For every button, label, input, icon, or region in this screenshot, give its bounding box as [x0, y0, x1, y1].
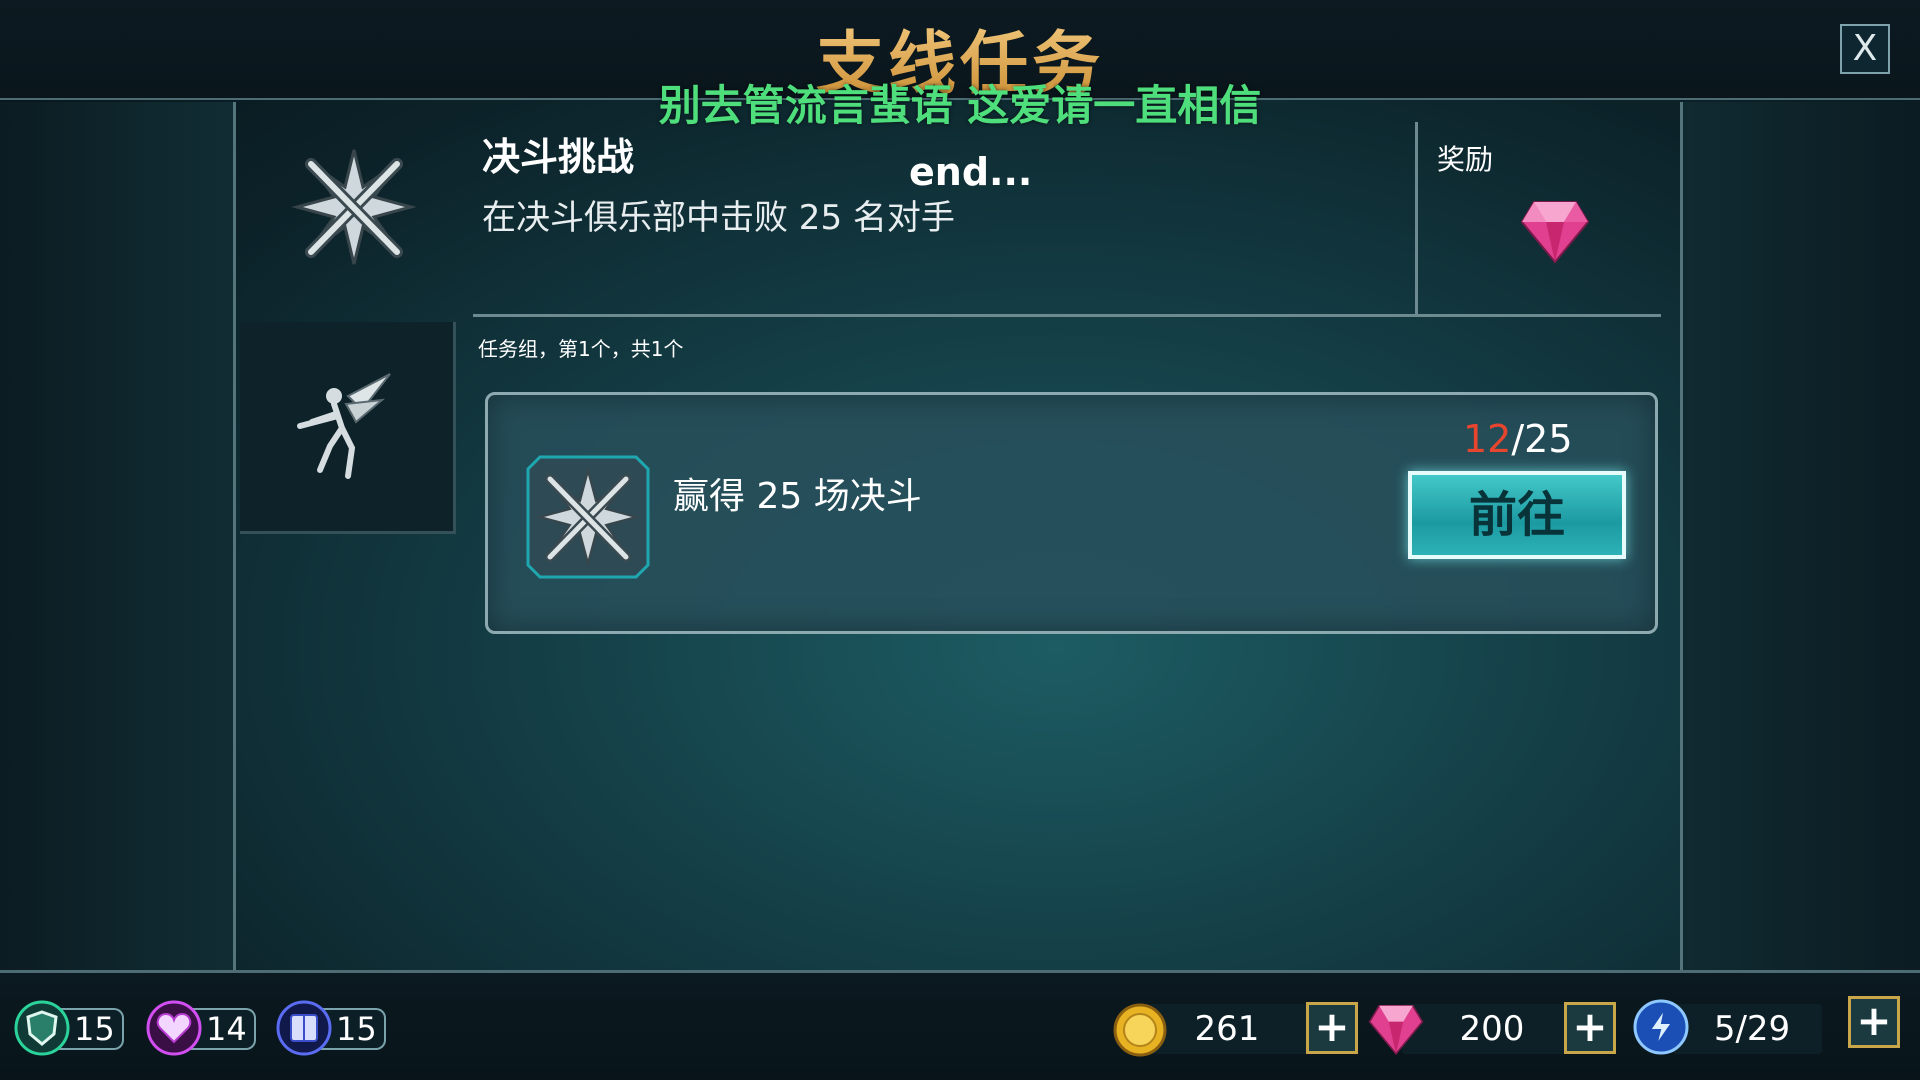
reward-label: 奖励	[1437, 143, 1494, 176]
lightning-icon	[1633, 999, 1689, 1055]
close-button[interactable]: X	[1840, 24, 1890, 74]
stat-shield[interactable]: 15	[14, 1000, 134, 1056]
energy-counter: 5/29	[1632, 998, 1862, 1058]
left-side-panel	[0, 102, 236, 970]
crossed-wands-icon	[526, 455, 650, 579]
book-icon	[276, 1000, 332, 1056]
progress-current: 12	[1463, 417, 1512, 461]
progress-total: /25	[1511, 417, 1573, 461]
subtitle-caption: 别去管流言蜚语 这爱请一直相信	[658, 81, 1262, 130]
stat-value: 15	[336, 1010, 377, 1048]
add-coins-button[interactable]: +	[1306, 1002, 1358, 1054]
quest-header: 决斗挑战 end... 在决斗俱乐部中击败 25 名对手 奖励	[239, 102, 1680, 316]
fairy-icon	[297, 373, 391, 479]
tab-task-group[interactable]	[240, 322, 456, 534]
gem-icon[interactable]	[1520, 198, 1590, 264]
quest-name: 决斗挑战	[482, 135, 635, 179]
reward-divider	[1415, 122, 1418, 316]
gem-value: 200	[1459, 1009, 1525, 1049]
task-description: 赢得 25 场决斗	[673, 476, 922, 517]
add-gems-button[interactable]: +	[1564, 1002, 1616, 1054]
task-card: 赢得 25 场决斗 12/25 前往	[485, 392, 1658, 634]
task-progress: 12/25	[1463, 417, 1663, 461]
heart-icon	[146, 1000, 202, 1056]
shield-icon	[14, 1000, 70, 1056]
energy-value: 5/29	[1713, 1009, 1791, 1049]
task-group-label: 任务组，第1个，共1个	[478, 337, 684, 361]
gem-icon	[1368, 1005, 1424, 1056]
coin-icon	[1113, 1003, 1167, 1057]
header-divider	[473, 314, 1661, 317]
coin-value: 261	[1194, 1009, 1260, 1049]
stat-book[interactable]: 15	[276, 1000, 396, 1056]
stat-heart[interactable]: 14	[146, 1000, 266, 1056]
add-energy-button[interactable]: +	[1848, 996, 1900, 1048]
go-button[interactable]: 前往	[1408, 471, 1626, 559]
stat-value: 14	[206, 1010, 247, 1048]
quest-description: 在决斗俱乐部中击败 25 名对手	[482, 198, 955, 238]
stat-value: 15	[74, 1010, 115, 1048]
crossed-wands-icon	[291, 149, 417, 265]
overlay-text: end...	[909, 150, 1033, 194]
right-side-panel	[1680, 102, 1920, 970]
